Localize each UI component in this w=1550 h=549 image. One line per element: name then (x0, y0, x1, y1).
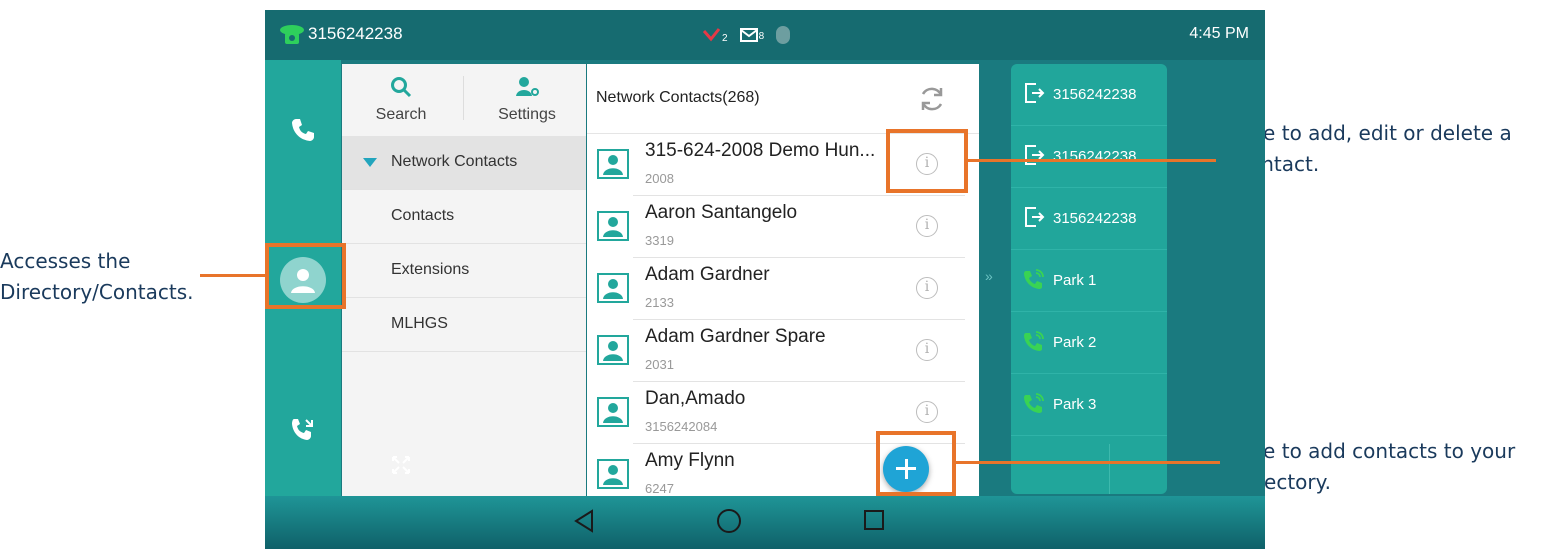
line-key-icon (1025, 145, 1045, 165)
contact-name: Adam Gardner (645, 264, 770, 285)
leader-line-right-bottom (956, 461, 1220, 464)
nav-item-label: Network Contacts (391, 153, 518, 170)
park-key[interactable]: Park 3 (1011, 374, 1167, 436)
missed-call-count: 2 (722, 33, 728, 44)
status-time: 4:45 PM (1189, 25, 1249, 42)
nav-item-label: MLHGS (391, 315, 448, 332)
annotation-add-contact: Use to add contacts to your directory. (1238, 439, 1516, 494)
highlight-info-icon (886, 129, 968, 193)
contact-settings-icon (516, 77, 539, 96)
info-icon[interactable]: i (916, 215, 938, 237)
search-button[interactable]: Search (346, 64, 456, 134)
contact-avatar-icon (597, 149, 629, 179)
settings-label: Settings (498, 106, 556, 123)
directory-nav: Search Settings Network Contacts Contact… (342, 64, 586, 496)
search-icon (391, 77, 412, 98)
settings-button[interactable]: Settings (472, 64, 582, 134)
park-key-label: Park 3 (1053, 396, 1097, 413)
line-key-label: 3156242238 (1053, 86, 1137, 103)
contact-avatar-icon (597, 397, 629, 427)
highlight-contacts-tab (265, 243, 346, 309)
line-key[interactable]: 3156242238 (1011, 126, 1167, 188)
fullscreen-icon (392, 456, 410, 474)
android-nav-bar (265, 496, 1265, 549)
park-icon (1024, 269, 1044, 289)
bluetooth-icon (776, 26, 791, 44)
contact-name: Adam Gardner Spare (645, 326, 826, 347)
status-bar: 3156242238 2 8 4:45 PM (265, 10, 1265, 60)
refresh-icon[interactable] (917, 84, 947, 114)
contact-list-header: Network Contacts(268) (587, 64, 979, 134)
nav-toolbar: Search Settings (342, 64, 586, 134)
park-icon (1024, 393, 1044, 413)
annotation-directory: Accesses the Directory/Contacts. (0, 249, 194, 304)
highlight-add-button (876, 431, 956, 496)
contact-row[interactable]: Adam Gardner Spare 2031 i (587, 320, 979, 382)
park-key[interactable]: Park 2 (1011, 312, 1167, 374)
expand-chevron-icon[interactable]: » (985, 268, 993, 284)
search-label: Search (375, 106, 427, 123)
contact-avatar-icon (597, 459, 629, 489)
status-line-number: 3156242238 (308, 24, 403, 43)
park-key-label: Park 2 (1053, 334, 1097, 351)
line-key-label: 3156242238 (1053, 148, 1137, 165)
contact-name: 315-624-2008 Demo Hun... (645, 140, 876, 161)
line-keys-panel: 3156242238 3156242238 3156242238 Park 1 … (1011, 64, 1167, 494)
contact-number: 2008 (645, 171, 674, 186)
line-key-icon (1025, 83, 1045, 103)
info-icon[interactable]: i (916, 277, 938, 299)
contact-row[interactable]: Adam Gardner 2133 i (587, 258, 979, 320)
recent-apps-icon[interactable] (864, 510, 884, 530)
call-forward-icon[interactable] (285, 412, 321, 448)
page: Accesses the Directory/Contacts. Use to … (0, 0, 1550, 549)
contact-number: 3156242084 (645, 419, 718, 434)
line-key-icon (1025, 207, 1045, 227)
voicemail-icon[interactable]: 8 (739, 28, 765, 42)
fullscreen-button[interactable] (1109, 444, 1167, 494)
contact-avatar-icon (597, 273, 629, 303)
contact-name: Dan,Amado (645, 388, 746, 409)
voicemail-count: 8 (758, 31, 765, 42)
line-key[interactable]: 3156242238 (1011, 64, 1167, 126)
nav-divider (463, 76, 464, 120)
expand-triangle-icon (363, 158, 377, 167)
leader-line-left (200, 274, 265, 277)
contact-avatar-icon (597, 211, 629, 241)
park-key-label: Park 1 (1053, 272, 1097, 289)
contact-list-title: Network Contacts(268) (596, 89, 760, 106)
nav-item-label: Contacts (391, 207, 455, 224)
contact-number: 2031 (645, 357, 674, 372)
contact-number: 3319 (645, 233, 674, 248)
phone-screen: 3156242238 2 8 4:45 PM Search Settings N… (265, 10, 1265, 549)
back-icon[interactable] (573, 509, 595, 533)
nav-item-extensions[interactable]: Extensions (342, 244, 586, 298)
annotation-contact-info: Use to add, edit or delete a contact. (1238, 121, 1512, 176)
contact-name: Aaron Santangelo (645, 202, 798, 223)
leader-line-right-top (968, 159, 1216, 162)
park-icon (1024, 331, 1044, 351)
missed-call-icon[interactable]: 2 (703, 26, 728, 44)
nav-item-mlhgs[interactable]: MLHGS (342, 298, 586, 352)
info-icon[interactable]: i (916, 401, 938, 423)
nav-item-label: Extensions (391, 261, 470, 278)
contact-avatar-icon (597, 335, 629, 365)
contact-number: 2133 (645, 295, 674, 310)
line-key-label: 3156242238 (1053, 210, 1137, 227)
status-notifications: 2 8 (703, 22, 791, 48)
nav-item-network-contacts[interactable]: Network Contacts (342, 136, 586, 190)
phone-status-icon (280, 25, 304, 44)
line-key[interactable]: 3156242238 (1011, 188, 1167, 250)
contact-number: 6247 (645, 481, 674, 496)
contact-name: Amy Flynn (645, 450, 735, 471)
contact-row[interactable]: Aaron Santangelo 3319 i (587, 196, 979, 258)
home-icon[interactable] (717, 509, 741, 533)
info-icon[interactable]: i (916, 339, 938, 361)
phone-icon[interactable] (285, 112, 321, 148)
nav-item-contacts[interactable]: Contacts (342, 190, 586, 244)
park-key[interactable]: Park 1 (1011, 250, 1167, 312)
